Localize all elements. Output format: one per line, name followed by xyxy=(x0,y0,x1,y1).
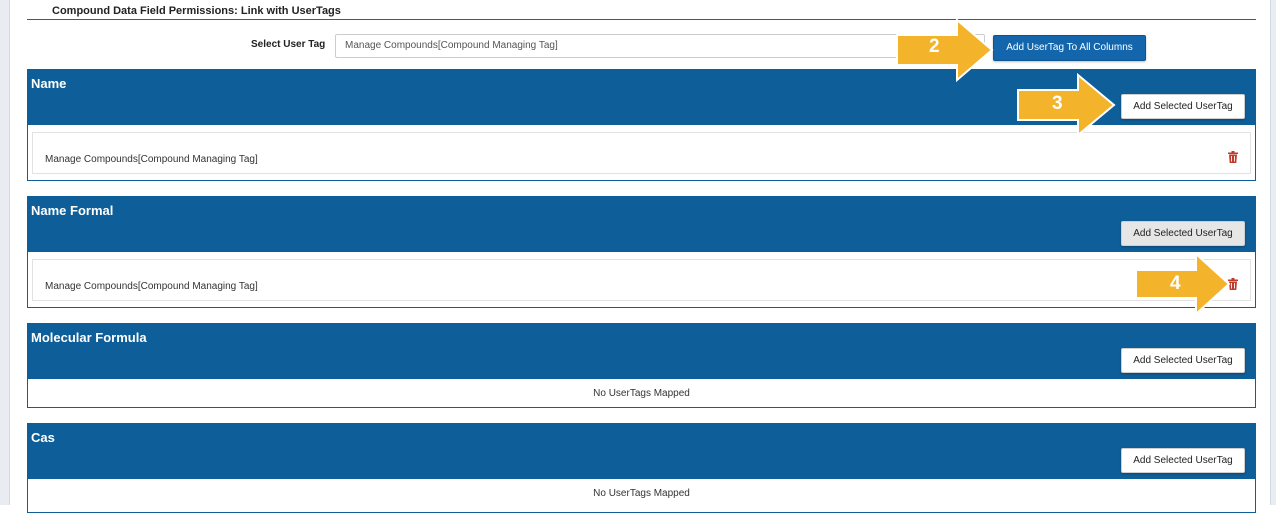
panel-title: Cas xyxy=(31,430,55,445)
panel-header: Name Add Selected UserTag xyxy=(28,70,1255,125)
panel-title: Molecular Formula xyxy=(31,330,147,345)
select-user-tag-label: Select User Tag xyxy=(251,39,326,50)
panel-name: Name Add Selected UserTag Manage Compoun… xyxy=(27,69,1256,181)
tag-label: Manage Compounds[Compound Managing Tag] xyxy=(45,154,258,165)
title-divider xyxy=(27,19,1256,20)
panel-header: Name Formal Add Selected UserTag xyxy=(28,197,1255,252)
add-selected-usertag-button[interactable]: Add Selected UserTag xyxy=(1121,94,1245,119)
panel-header: Cas Add Selected UserTag xyxy=(28,424,1255,479)
tag-label: Manage Compounds[Compound Managing Tag] xyxy=(45,281,258,292)
trash-icon[interactable] xyxy=(1228,278,1238,290)
add-selected-usertag-button[interactable]: Add Selected UserTag xyxy=(1121,221,1245,246)
right-scrollbar[interactable] xyxy=(1270,0,1276,505)
tag-row: Manage Compounds[Compound Managing Tag] xyxy=(32,259,1251,301)
panel-cas: Cas Add Selected UserTag No UserTags Map… xyxy=(27,423,1256,513)
panel-header: Molecular Formula Add Selected UserTag xyxy=(28,324,1255,379)
add-selected-usertag-button[interactable]: Add Selected UserTag xyxy=(1121,348,1245,373)
panel-title: Name Formal xyxy=(31,203,114,218)
section-title: Compound Data Field Permissions: Link wi… xyxy=(52,5,341,17)
panel-molecular-formula: Molecular Formula Add Selected UserTag N… xyxy=(27,323,1256,408)
user-tag-select[interactable]: Manage Compounds[Compound Managing Tag] xyxy=(335,34,985,58)
panel-name-formal: Name Formal Add Selected UserTag Manage … xyxy=(27,196,1256,308)
add-usertag-to-all-columns-button[interactable]: Add UserTag To All Columns xyxy=(993,35,1146,61)
left-frame-edge xyxy=(0,0,10,505)
empty-state-text: No UserTags Mapped xyxy=(593,388,690,399)
add-selected-usertag-button[interactable]: Add Selected UserTag xyxy=(1121,448,1245,473)
panel-title: Name xyxy=(31,76,67,91)
trash-icon[interactable] xyxy=(1228,151,1238,163)
empty-state-text: No UserTags Mapped xyxy=(593,488,690,499)
tag-row: Manage Compounds[Compound Managing Tag] xyxy=(32,132,1251,174)
